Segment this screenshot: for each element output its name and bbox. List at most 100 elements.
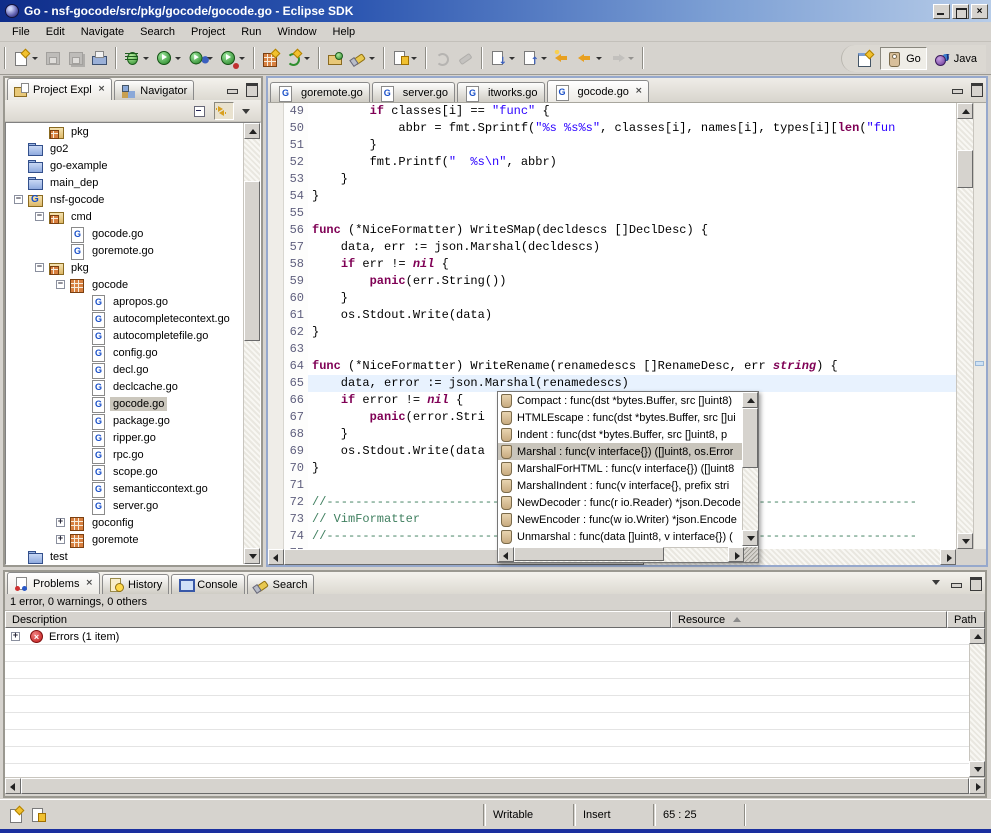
scrollbar-thumb[interactable] xyxy=(742,408,758,468)
expand-toggle[interactable]: + xyxy=(11,632,20,641)
go-build-dropdown-icon[interactable] xyxy=(302,50,311,66)
editor-tab-gocode-go[interactable]: gocode.go× xyxy=(547,80,650,102)
tree-item[interactable]: goremote.go xyxy=(6,242,243,259)
tree-item[interactable]: semanticcontext.go xyxy=(6,480,243,497)
view-tab-history[interactable]: History xyxy=(102,574,169,594)
scroll-down-icon[interactable] xyxy=(957,533,973,549)
scrollbar-thumb[interactable] xyxy=(21,778,969,794)
annotation-ruler[interactable] xyxy=(268,103,284,549)
open-resource-button[interactable] xyxy=(324,46,347,70)
run-history-dropdown-icon[interactable] xyxy=(205,50,214,66)
tree-item[interactable]: +goremote xyxy=(6,531,243,548)
previous-annotation-dropdown-icon[interactable] xyxy=(539,50,548,66)
search-button[interactable] xyxy=(347,46,379,70)
save-button[interactable] xyxy=(42,46,65,70)
next-annotation-button[interactable] xyxy=(487,46,519,70)
completion-item[interactable]: MarshalForHTML : func(v interface{}) ([]… xyxy=(498,460,742,477)
format-button[interactable] xyxy=(454,46,477,70)
tree-item[interactable]: −pkg xyxy=(6,259,243,276)
minimize-button[interactable] xyxy=(933,4,950,19)
close-icon[interactable]: × xyxy=(633,87,643,96)
project-tree[interactable]: pkggo2go-examplemain_dep−nsf-gocode−cmdg… xyxy=(6,123,243,564)
run-history-button[interactable] xyxy=(185,46,217,70)
collapse-all-button[interactable] xyxy=(191,102,211,120)
last-edit-location-button[interactable] xyxy=(551,46,574,70)
tree-item[interactable]: decl.go xyxy=(6,361,243,378)
tree-item[interactable]: −gocode xyxy=(6,276,243,293)
tree-item[interactable]: go2 xyxy=(6,140,243,157)
save-all-button[interactable] xyxy=(65,46,88,70)
menu-edit[interactable]: Edit xyxy=(38,24,73,40)
popup-resize-grip[interactable] xyxy=(744,547,758,562)
menu-run[interactable]: Run xyxy=(233,24,269,40)
back-button[interactable] xyxy=(574,46,606,70)
problems-vertical-scrollbar[interactable] xyxy=(969,628,985,777)
problems-row[interactable]: +×Errors (1 item) xyxy=(5,628,969,645)
tree-item[interactable]: config.go xyxy=(6,344,243,361)
view-tab-navigator[interactable]: Navigator xyxy=(114,80,194,100)
maximize-editor-button[interactable] xyxy=(968,81,984,95)
expand-toggle[interactable]: + xyxy=(56,518,65,527)
view-tab-console[interactable]: Console xyxy=(171,574,244,594)
tree-item[interactable]: apropos.go xyxy=(6,293,243,310)
scroll-up-icon[interactable] xyxy=(244,123,260,139)
scroll-down-icon[interactable] xyxy=(244,548,260,564)
scroll-down-icon[interactable] xyxy=(969,761,985,777)
tree-item[interactable]: server.go xyxy=(6,497,243,514)
view-tab-search[interactable]: Search xyxy=(247,574,315,594)
back-dropdown-icon[interactable] xyxy=(594,50,603,66)
perspective-go[interactable]: Go xyxy=(880,47,927,70)
close-icon[interactable]: × xyxy=(83,579,93,588)
scrollbar-thumb[interactable] xyxy=(514,547,664,561)
completion-item[interactable]: NewEncoder : func(w io.Writer) *json.Enc… xyxy=(498,511,742,528)
debug-dropdown-icon[interactable] xyxy=(141,50,150,66)
editor-vertical-scrollbar[interactable] xyxy=(956,103,973,549)
search-dropdown-icon[interactable] xyxy=(367,50,376,66)
scroll-down-icon[interactable] xyxy=(742,530,758,546)
view-menu-icon[interactable] xyxy=(929,575,945,589)
tree-item[interactable]: gocode.go xyxy=(6,225,243,242)
go-build-button[interactable] xyxy=(282,46,314,70)
forward-button[interactable] xyxy=(606,46,638,70)
perspective-java[interactable]: Java xyxy=(929,47,982,70)
minimize-view-button[interactable] xyxy=(224,81,240,95)
expand-toggle[interactable]: − xyxy=(14,195,23,204)
expand-toggle[interactable]: − xyxy=(56,280,65,289)
completion-item[interactable]: Marshal : func(v interface{}) ([]uint8, … xyxy=(498,443,742,460)
tree-item[interactable]: −cmd xyxy=(6,208,243,225)
tree-item[interactable]: go-example xyxy=(6,157,243,174)
tree-item[interactable]: rpc.go xyxy=(6,446,243,463)
overview-ruler[interactable] xyxy=(973,103,986,549)
scroll-left-icon[interactable] xyxy=(498,547,514,562)
editor-tab-goremote-go[interactable]: goremote.go xyxy=(270,82,370,102)
tree-item[interactable]: pkg xyxy=(6,123,243,140)
title-bar[interactable]: Go - nsf-gocode/src/pkg/gocode/gocode.go… xyxy=(0,0,991,22)
fast-view-icon[interactable] xyxy=(8,807,24,823)
completion-item[interactable]: MarshalIndent : func(v interface{}, pref… xyxy=(498,477,742,494)
menu-window[interactable]: Window xyxy=(269,24,324,40)
completion-item[interactable]: Compact : func(dst *bytes.Buffer, src []… xyxy=(498,392,742,409)
tree-item[interactable]: scope.go xyxy=(6,463,243,480)
column-header-description[interactable]: Description xyxy=(5,611,671,628)
next-annotation-dropdown-icon[interactable] xyxy=(507,50,516,66)
new-go-package-button[interactable] xyxy=(259,46,282,70)
maximize-button[interactable] xyxy=(952,4,969,19)
tree-item[interactable]: package.go xyxy=(6,412,243,429)
debug-button[interactable] xyxy=(121,46,153,70)
tree-item[interactable]: ripper.go xyxy=(6,429,243,446)
completion-item[interactable]: Indent : func(dst *bytes.Buffer, src []u… xyxy=(498,426,742,443)
print-button[interactable] xyxy=(88,46,111,70)
annotations-button[interactable] xyxy=(389,46,421,70)
minimize-view-button[interactable] xyxy=(948,575,964,589)
close-button[interactable]: × xyxy=(971,4,988,19)
tree-item[interactable]: −nsf-gocode xyxy=(6,191,243,208)
scroll-right-icon[interactable] xyxy=(969,778,985,794)
tree-item[interactable]: declcache.go xyxy=(6,378,243,395)
completion-item[interactable]: NewDecoder : func(r io.Reader) *json.Dec… xyxy=(498,494,742,511)
maximize-view-button[interactable] xyxy=(243,81,259,95)
annotations-dropdown-icon[interactable] xyxy=(409,50,418,66)
run-button[interactable] xyxy=(153,46,185,70)
external-tools-dropdown-icon[interactable] xyxy=(237,50,246,66)
scroll-right-icon[interactable] xyxy=(940,549,956,565)
tree-item[interactable]: autocompletecontext.go xyxy=(6,310,243,327)
